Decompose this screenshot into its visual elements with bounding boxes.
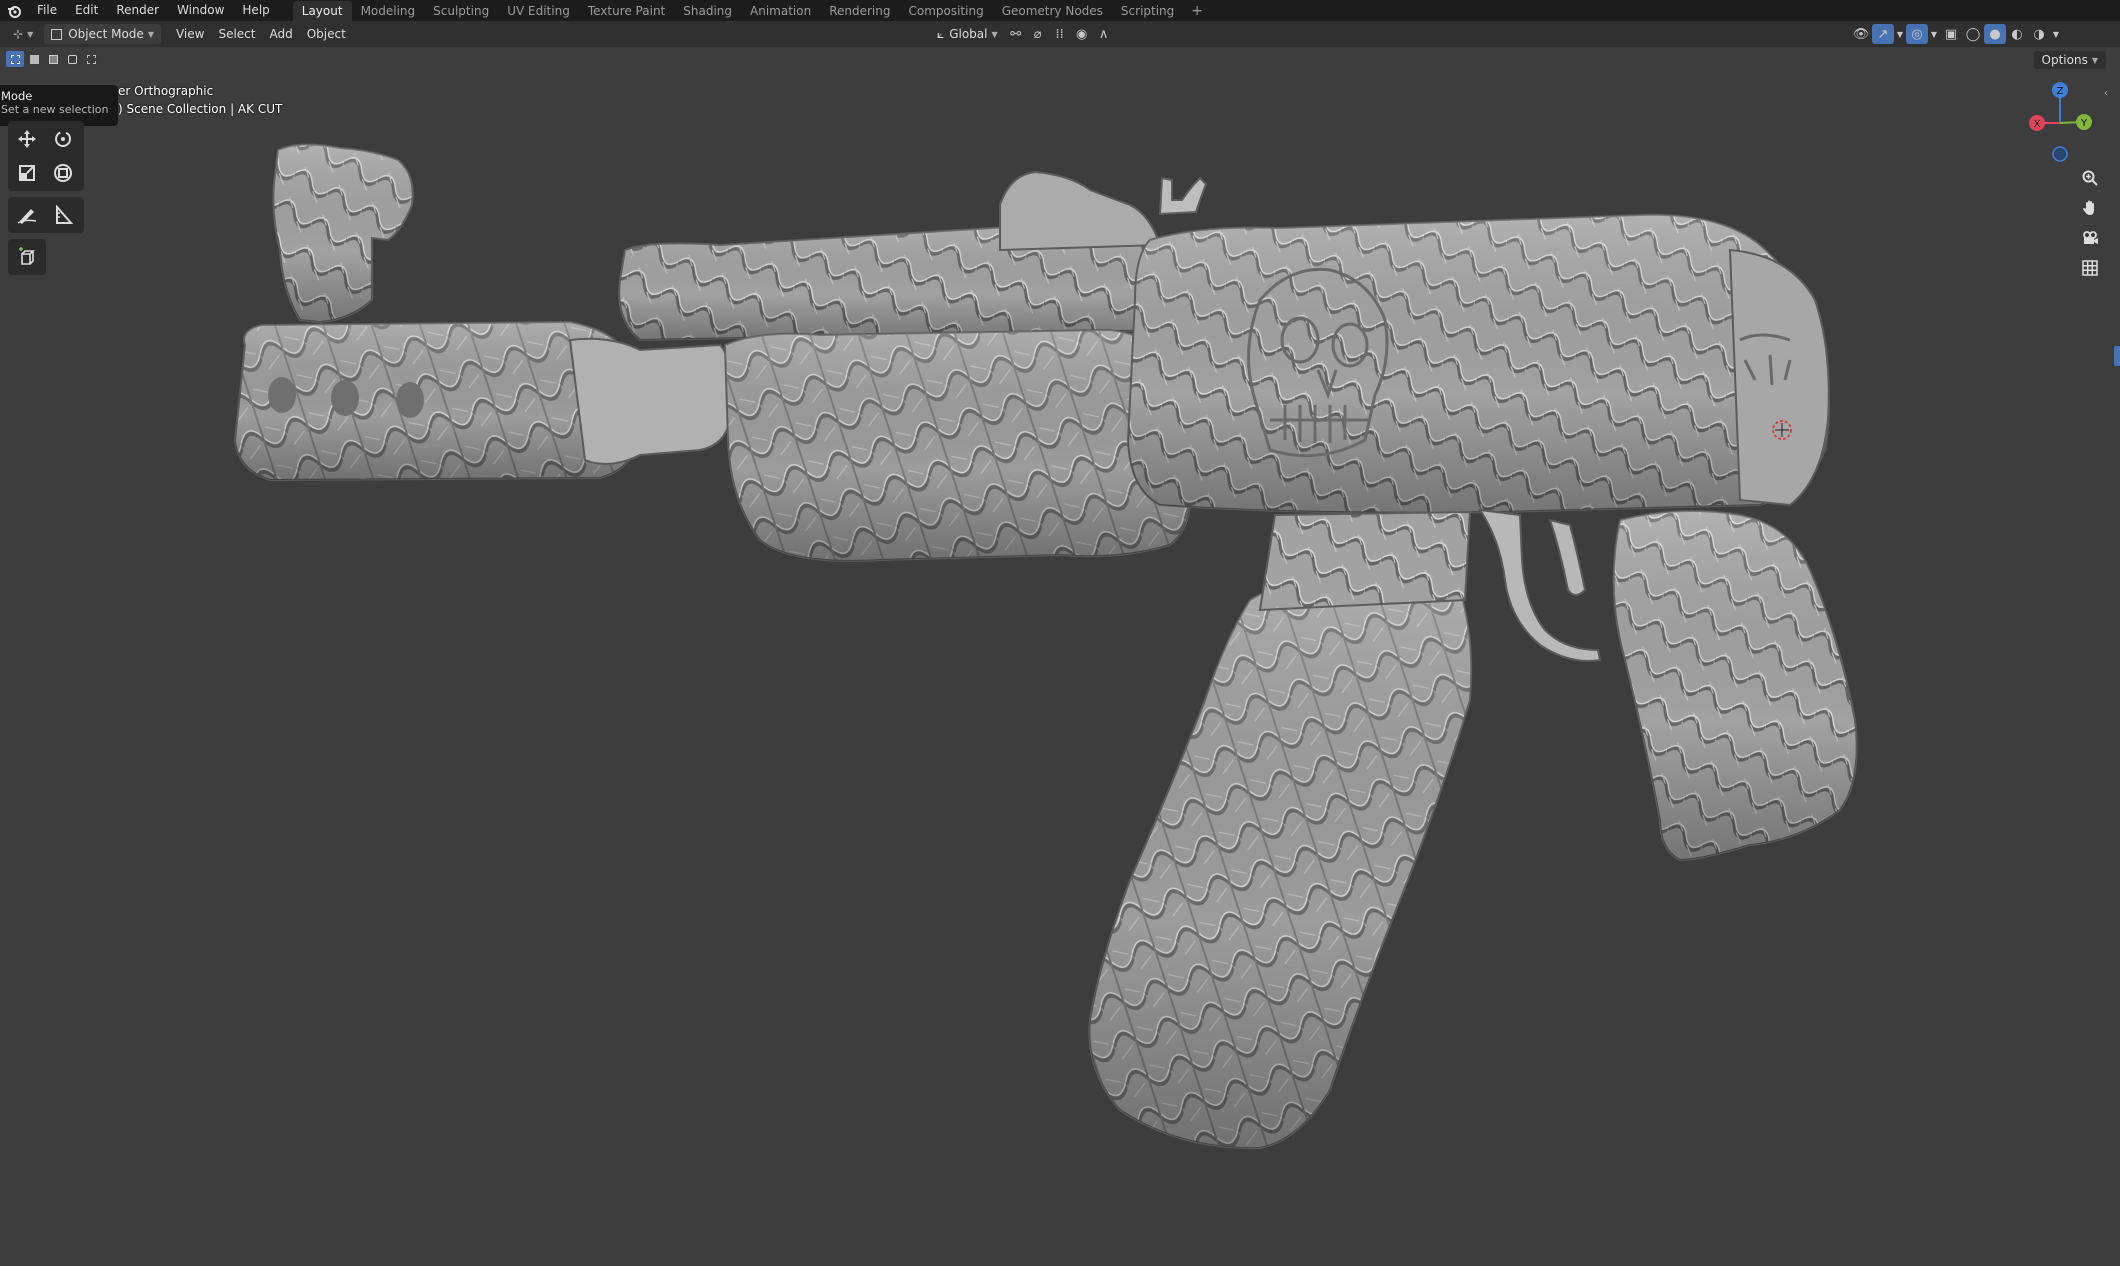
select-invert-icon[interactable]: [63, 51, 81, 67]
add-workspace-button[interactable]: +: [1183, 3, 1211, 19]
scale-tool-icon[interactable]: [10, 157, 44, 189]
chevron-down-icon: ▼: [147, 29, 154, 39]
menu-add[interactable]: Add: [262, 24, 299, 44]
transform-tool-icon[interactable]: [46, 157, 80, 189]
3d-viewport[interactable]: [0, 47, 2120, 1266]
tab-compositing[interactable]: Compositing: [899, 1, 992, 21]
zoom-icon[interactable]: [2076, 164, 2104, 192]
tab-scripting[interactable]: Scripting: [1112, 1, 1183, 21]
sidebar-toggle-icon[interactable]: ‹: [2104, 88, 2108, 99]
menu-window[interactable]: Window: [168, 0, 233, 21]
object-mode-icon: [51, 28, 63, 40]
menu-select[interactable]: Select: [211, 24, 262, 44]
visibility-icon[interactable]: 👁: [1850, 24, 1872, 44]
select-intersect-icon[interactable]: [82, 51, 100, 67]
top-menu-bar: File Edit Render Window Help Layout Mode…: [0, 0, 2120, 21]
chevron-down-icon: ▼: [991, 29, 998, 39]
tool-shelf: [8, 121, 86, 281]
navigation-gizmo[interactable]: Z Y X: [2020, 78, 2100, 168]
options-dropdown[interactable]: Options ▼: [2033, 51, 2106, 69]
gizmo-toggle-icon[interactable]: ↗: [1872, 24, 1894, 44]
transform-orientation-dropdown[interactable]: ⟀ Global ▼: [930, 24, 1005, 44]
tab-geometry-nodes[interactable]: Geometry Nodes: [993, 1, 1112, 21]
snap-icon[interactable]: ⌀: [1027, 24, 1049, 44]
blender-logo-icon[interactable]: [0, 0, 28, 21]
tab-modeling[interactable]: Modeling: [352, 1, 425, 21]
chevron-down-icon[interactable]: ▼: [1894, 24, 1906, 44]
overlay-toggle-icon[interactable]: ◎: [1906, 24, 1928, 44]
measure-tool-icon[interactable]: [46, 199, 80, 231]
gizmo-x-label: X: [2034, 119, 2041, 130]
tab-sculpting[interactable]: Sculpting: [424, 1, 498, 21]
selection-mode-buttons: [6, 51, 100, 67]
orientation-icon: ⟀: [937, 26, 945, 41]
chevron-down-icon[interactable]: ▼: [1928, 24, 1940, 44]
falloff-icon[interactable]: ∧: [1093, 24, 1115, 44]
camera-view-icon[interactable]: [2076, 224, 2104, 252]
chevron-down-icon: ▼: [2091, 55, 2098, 65]
menu-view[interactable]: View: [169, 24, 211, 44]
mode-tooltip: Mode Set a new selection: [0, 85, 118, 126]
tab-animation[interactable]: Animation: [741, 1, 820, 21]
pivot-point-icon[interactable]: ⚯: [1005, 24, 1027, 44]
gizmo-z-label: Z: [2057, 86, 2064, 97]
menu-file[interactable]: File: [28, 0, 66, 21]
solid-shading-icon[interactable]: ●: [1984, 24, 2006, 44]
proportional-editing-icon[interactable]: ◉: [1071, 24, 1093, 44]
snap-increment-icon[interactable]: ⁞⁞: [1049, 24, 1071, 44]
viewport-header: ⊹ ▼ Object Mode ▼ View Select Add Object …: [0, 21, 2120, 47]
chevron-down-icon: ▼: [27, 29, 34, 39]
annotate-tool-icon[interactable]: [10, 199, 44, 231]
rotate-tool-icon[interactable]: [46, 123, 80, 155]
mode-label: Object Mode: [68, 27, 144, 41]
pan-hand-icon[interactable]: [2076, 194, 2104, 222]
tab-rendering[interactable]: Rendering: [820, 1, 899, 21]
mode-dropdown[interactable]: Object Mode ▼: [44, 24, 161, 44]
select-new-icon[interactable]: [6, 51, 24, 67]
tab-shading[interactable]: Shading: [674, 1, 741, 21]
editor-type-icon: ⊹: [13, 27, 24, 41]
xray-icon[interactable]: ▣: [1940, 24, 1962, 44]
add-cube-tool-icon[interactable]: [10, 241, 44, 273]
navigation-buttons: [2076, 164, 2104, 284]
wireframe-shading-icon[interactable]: ◯: [1962, 24, 1984, 44]
material-shading-icon[interactable]: ◐: [2006, 24, 2028, 44]
view-name: er Orthographic: [118, 84, 214, 98]
menu-help[interactable]: Help: [233, 0, 278, 21]
orientation-label: Global: [949, 27, 988, 41]
rendered-shading-icon[interactable]: ◑: [2028, 24, 2050, 44]
options-label: Options: [2041, 53, 2088, 67]
tooltip-title: Mode: [1, 89, 33, 103]
perspective-toggle-icon[interactable]: [2076, 254, 2104, 282]
select-subtract-icon[interactable]: [44, 51, 62, 67]
menu-edit[interactable]: Edit: [66, 0, 107, 21]
tab-uv-editing[interactable]: UV Editing: [498, 1, 579, 21]
menu-object[interactable]: Object: [300, 24, 353, 44]
collection-path: ) Scene Collection | AK CUT: [118, 102, 283, 116]
tab-layout[interactable]: Layout: [292, 0, 352, 21]
tab-texture-paint[interactable]: Texture Paint: [579, 1, 674, 21]
editor-type-button[interactable]: ⊹ ▼: [6, 24, 40, 44]
menu-render[interactable]: Render: [107, 0, 168, 21]
tooltip-description: Set a new selection: [1, 103, 109, 116]
sidebar-tab[interactable]: [2114, 346, 2120, 366]
viewport-info-overlay: er Orthographic ) Scene Collection | AK …: [118, 82, 282, 118]
gizmo-y-label: Y: [2080, 118, 2088, 129]
chevron-down-icon[interactable]: ▼: [2050, 24, 2062, 44]
select-extend-icon[interactable]: [25, 51, 43, 67]
move-tool-icon[interactable]: [10, 123, 44, 155]
